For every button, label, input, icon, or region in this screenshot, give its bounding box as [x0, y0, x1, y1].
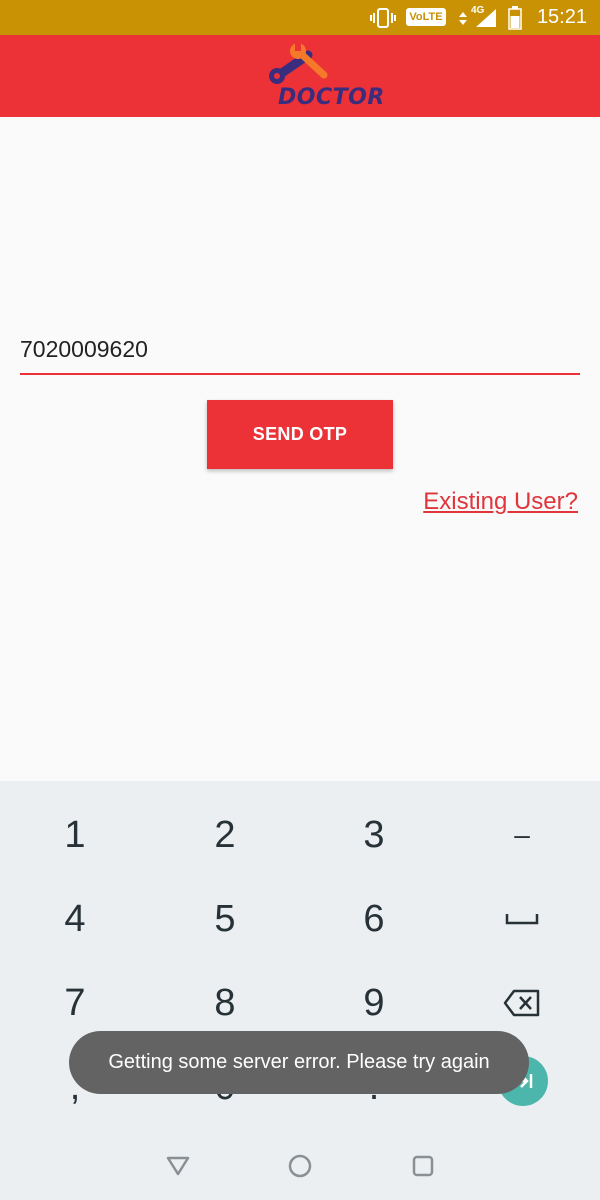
status-bar: VoLTE 4G 15:21	[0, 0, 600, 35]
clock: 15:21	[536, 6, 587, 28]
key-3[interactable]: 3	[299, 793, 449, 877]
back-icon	[166, 1156, 190, 1176]
navigation-bar	[0, 1133, 600, 1200]
data-arrows-icon	[458, 0, 468, 35]
recents-icon	[412, 1155, 434, 1177]
app-logo: DOCTOR	[268, 41, 388, 113]
signal-icon	[474, 0, 498, 35]
app-bar: DOCTOR	[0, 35, 600, 117]
send-otp-button[interactable]: SEND OTP	[207, 400, 393, 469]
key-4[interactable]: 4	[0, 877, 150, 961]
phone-number-input[interactable]: 7020009620	[20, 336, 148, 363]
wrench-icon	[269, 43, 328, 84]
volte-badge: VoLTE	[406, 8, 446, 26]
key-2[interactable]: 2	[150, 793, 300, 877]
key-6[interactable]: 6	[299, 877, 449, 961]
app-logo-text: DOCTOR	[278, 85, 385, 110]
space-icon	[505, 914, 539, 925]
battery-icon	[508, 0, 522, 35]
error-toast: Getting some server error. Please try ag…	[69, 1031, 529, 1094]
back-button[interactable]	[163, 1151, 193, 1181]
home-button[interactable]	[285, 1151, 315, 1181]
vibrate-icon	[370, 0, 396, 35]
key-dash[interactable]: –	[447, 793, 597, 877]
key-5[interactable]: 5	[150, 877, 300, 961]
key-space[interactable]	[447, 877, 597, 961]
recents-button[interactable]	[408, 1151, 438, 1181]
backspace-icon	[503, 989, 540, 1017]
home-icon	[288, 1154, 312, 1178]
key-1[interactable]: 1	[0, 793, 150, 877]
existing-user-link[interactable]: Existing User?	[423, 488, 578, 516]
